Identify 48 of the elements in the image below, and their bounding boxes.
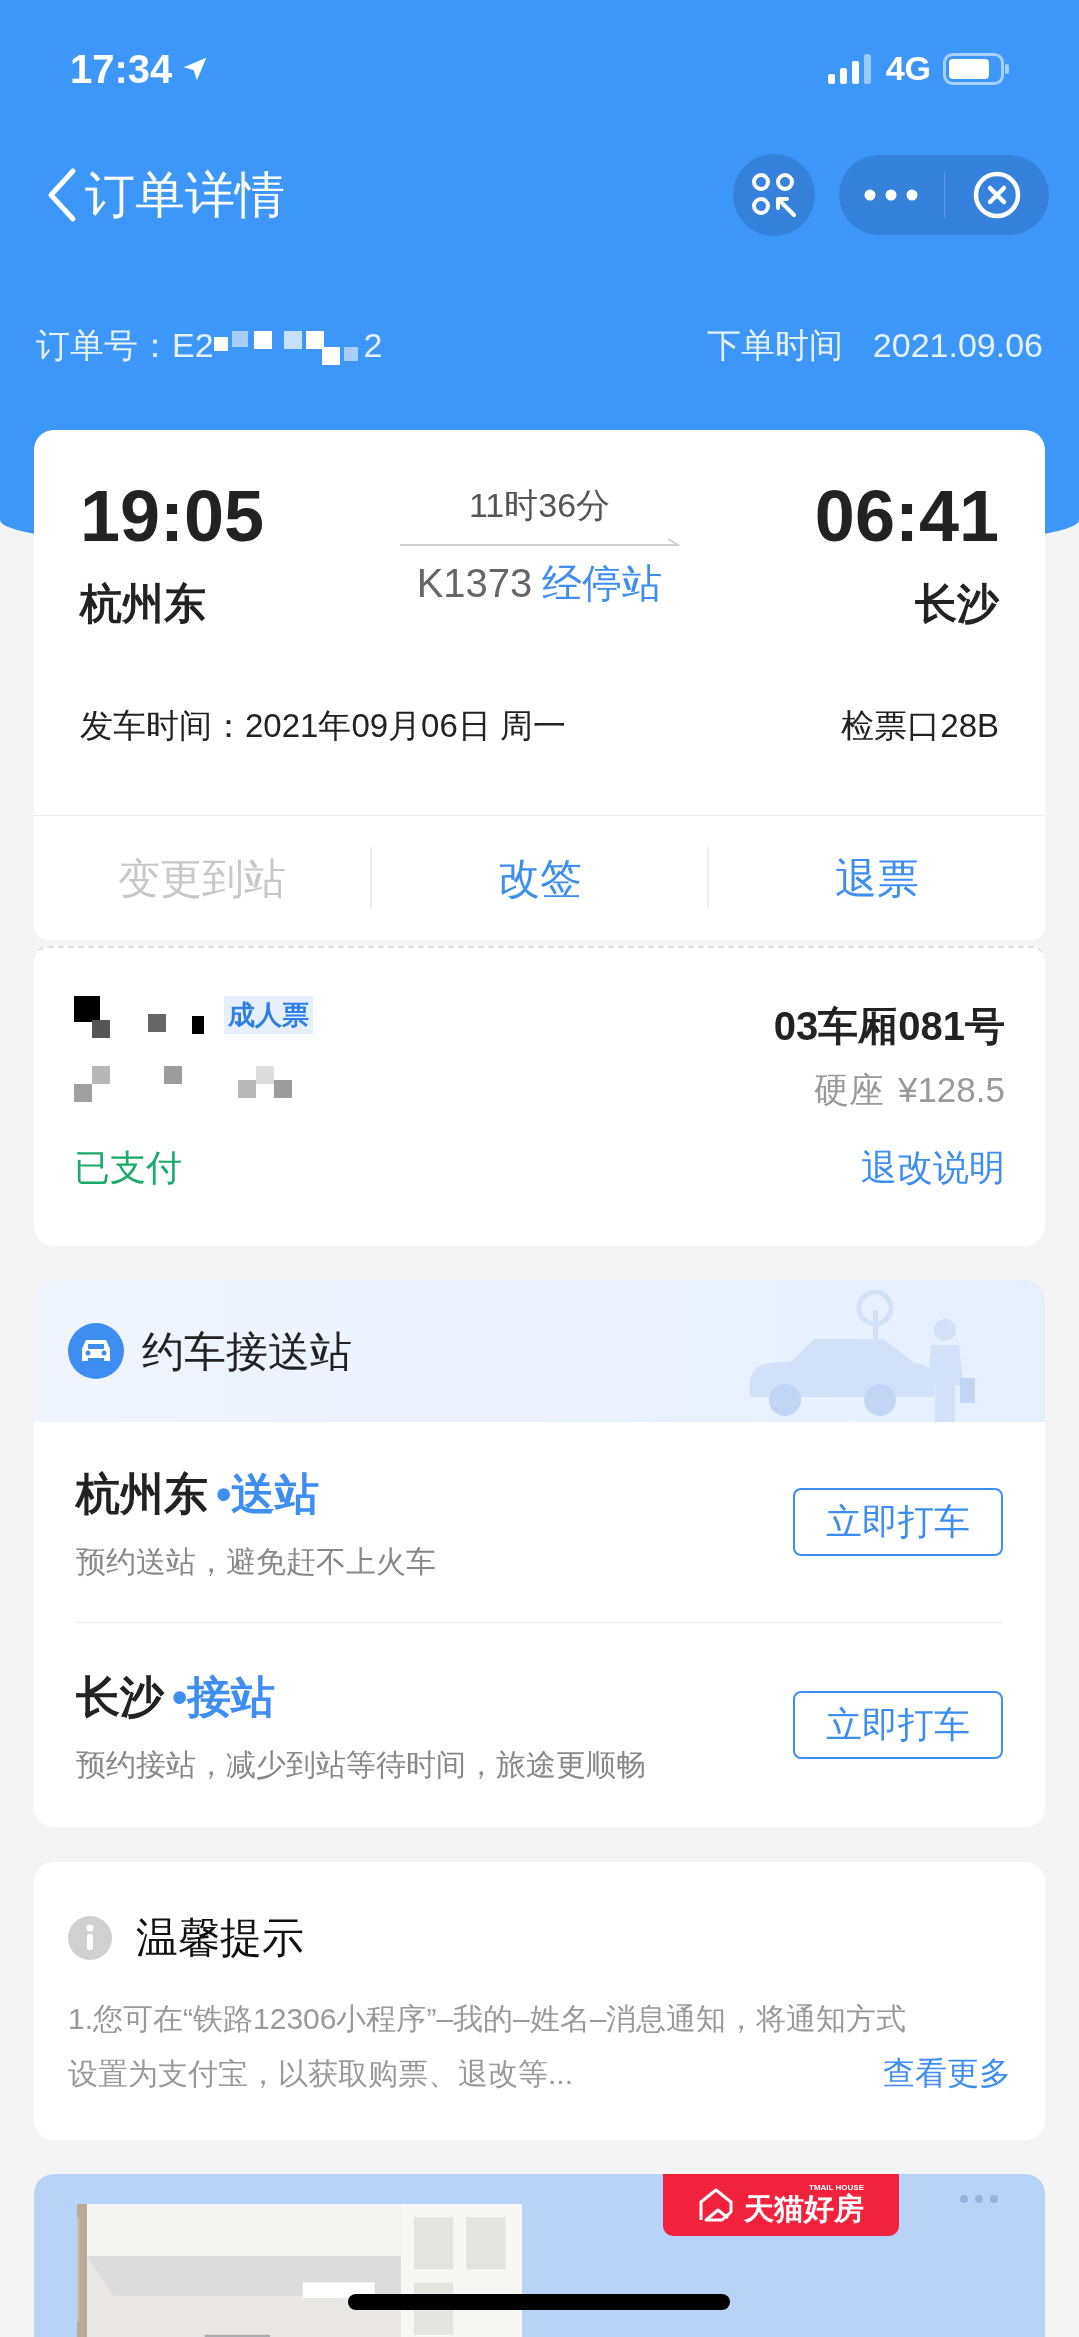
station-name: 长沙 — [76, 1670, 164, 1723]
ticket-type-badge: 成人票 — [224, 996, 313, 1034]
book-ride-button[interactable]: 立即打车 — [793, 1488, 1003, 1556]
payment-status: 已支付 — [74, 1145, 182, 1190]
arrival-station: 长沙 — [915, 579, 999, 629]
tips-text: 设置为支付宝，以获取购票、退改等... — [68, 2056, 573, 2092]
page-title: 订单详情 — [85, 165, 285, 225]
tips-title: 温馨提示 — [136, 1913, 304, 1963]
signal-icon — [827, 53, 874, 84]
departure-date: 2021年09月06日 周一 — [245, 706, 566, 746]
service-type: •送站 — [216, 1467, 320, 1520]
order-number-label: 订单号： — [36, 324, 172, 366]
stops-link[interactable]: 经停站 — [542, 553, 663, 613]
seat-number: 03车厢081号 — [773, 1003, 1005, 1050]
order-number-end: 2 — [363, 324, 383, 366]
order-time-label: 下单时间 — [706, 324, 843, 366]
arrival-time: 06:41 — [814, 480, 999, 552]
ticket-price: ¥128.5 — [897, 1069, 1005, 1111]
service-note: 预约接站，减少到站等待时间，旅途更顺畅 — [76, 1746, 646, 1783]
tips-text: 1.您可在“铁路12306小程序”–我的–姓名–消息通知，将通知方式 — [68, 2001, 908, 2037]
service-note: 预约送站，避免赶不上火车 — [76, 1543, 436, 1580]
trip-duration: 11时36分 — [468, 485, 611, 526]
service-type: •接站 — [172, 1670, 276, 1723]
book-ride-button[interactable]: 立即打车 — [793, 1691, 1003, 1759]
departure-station: 杭州东 — [80, 579, 207, 629]
seat-class: 硬座 — [813, 1069, 884, 1111]
brand-name: 天猫好房 — [744, 2192, 864, 2226]
clock-time: 17:34 — [70, 45, 173, 93]
departure-date-label: 发车时间： — [80, 706, 245, 746]
station-name: 杭州东 — [76, 1467, 208, 1520]
train-number: K1373 — [416, 560, 533, 607]
order-number-start: E2 — [172, 324, 214, 366]
network-label: 4G — [885, 48, 931, 89]
brand-subtitle: TMAIL HOUSE — [809, 2184, 864, 2192]
more-icon — [864, 189, 919, 201]
ticket-action-button[interactable]: 退票 — [709, 846, 1045, 910]
refund-rules-link[interactable]: 退改说明 — [861, 1140, 1005, 1195]
ride-title: 约车接送站 — [142, 1326, 352, 1377]
departure-time: 19:05 — [80, 480, 265, 552]
view-more-link[interactable]: 查看更多 — [883, 2046, 1011, 2101]
car-icon — [68, 1323, 124, 1379]
battery-icon — [943, 52, 1009, 85]
order-time: 2021.09.06 — [872, 324, 1043, 366]
info-icon — [68, 1915, 112, 1960]
ticket-gate: 检票口28B — [841, 706, 999, 746]
circles-arrow-icon — [751, 172, 797, 218]
close-icon — [971, 170, 1022, 220]
ticket-action-button[interactable]: 改签 — [371, 846, 708, 910]
